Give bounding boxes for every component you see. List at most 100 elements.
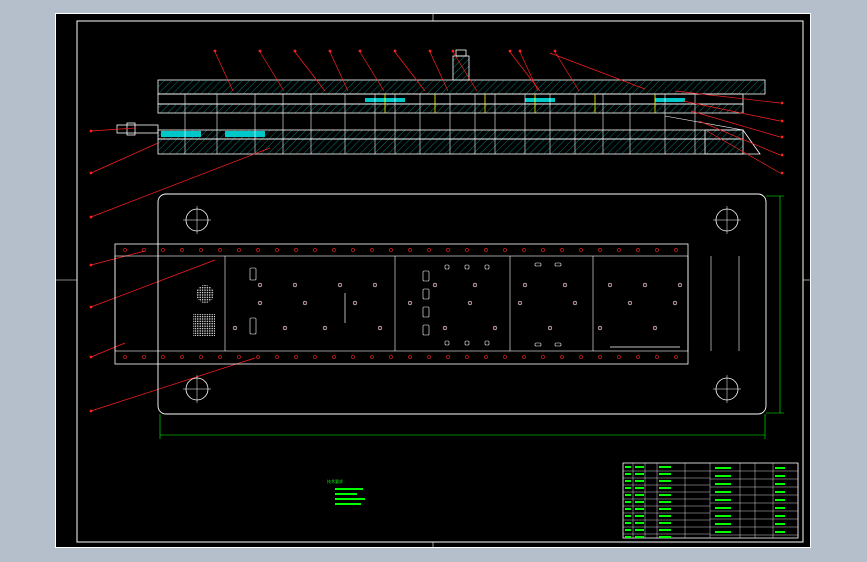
cyan-strip-d: [525, 98, 555, 102]
pilot-hole: [237, 248, 241, 252]
die-hole-center: [339, 284, 341, 286]
balloon-left: [89, 305, 93, 309]
title-block-entry: [715, 515, 731, 517]
pilot-hole: [256, 355, 260, 359]
pilot-hole: [598, 355, 602, 359]
title-block-entry: [775, 507, 785, 509]
title-block-entry: [659, 501, 671, 503]
balloon-left: [89, 409, 93, 413]
balloon-top: [508, 49, 512, 53]
pilot-hole: [522, 248, 526, 252]
balloon-leader-left: [90, 127, 136, 132]
slot-cutout: [534, 262, 542, 267]
pilot-hole: [655, 355, 659, 359]
balloon-top: [518, 49, 522, 53]
pilot-hole: [123, 248, 127, 252]
title-block[interactable]: [622, 462, 799, 539]
title-block-entry: [659, 480, 671, 482]
pilot-hole: [427, 248, 431, 252]
slot-cutout: [422, 288, 430, 300]
title-block-entry: [625, 536, 631, 538]
base-plate-outline: [157, 193, 767, 415]
slot-cutout: [534, 342, 542, 347]
title-block-entry: [625, 529, 631, 531]
technical-notes: 技术要求: [327, 478, 365, 505]
circle-crosshair-icon: [713, 375, 741, 403]
die-hole-center: [434, 284, 436, 286]
title-block-entry: [715, 531, 731, 533]
die-hole-center: [474, 284, 476, 286]
pilot-hole: [275, 355, 279, 359]
pilot-hole: [275, 248, 279, 252]
pilot-hole: [598, 248, 602, 252]
pilot-hole: [408, 248, 412, 252]
slot-cutout: [444, 340, 450, 346]
slot-cutout: [464, 264, 470, 270]
section-view[interactable]: [89, 49, 784, 413]
cyan-strip-a: [161, 131, 201, 137]
die-hole-center: [564, 284, 566, 286]
die-hole-center: [574, 302, 576, 304]
pilot-hole: [123, 355, 127, 359]
pilot-hole: [617, 355, 621, 359]
pilot-hole: [351, 248, 355, 252]
slot-cutout: [484, 264, 490, 270]
balloon-right: [780, 153, 784, 157]
die-hole-center: [234, 327, 236, 329]
balloon-left: [89, 263, 93, 267]
balloon-right: [780, 171, 784, 175]
slot-cutout: [422, 324, 430, 336]
die-hole-center: [599, 327, 601, 329]
die-hole-center: [644, 284, 646, 286]
cad-drawing-canvas[interactable]: 技术要求: [55, 13, 811, 548]
pilot-hole: [218, 248, 222, 252]
die-hole-center: [674, 302, 676, 304]
balloon-leader-left: [90, 342, 126, 358]
slot-cutouts: [249, 262, 680, 348]
balloon-leader-left: [90, 147, 271, 218]
title-block-entry: [715, 467, 731, 469]
title-block-entry: [625, 522, 631, 524]
die-hole-center: [379, 327, 381, 329]
title-block-entry: [659, 515, 671, 517]
pilot-hole: [370, 355, 374, 359]
title-block-entry: [625, 480, 631, 482]
pilot-hole: [389, 355, 393, 359]
pilot-hole: [161, 355, 165, 359]
pilot-hole: [522, 355, 526, 359]
die-hole-center: [524, 284, 526, 286]
pilot-hole: [541, 355, 545, 359]
title-block-entry: [635, 480, 644, 482]
die-hole-center: [469, 302, 471, 304]
balloon-leader-left: [90, 259, 216, 308]
balloon-top: [328, 49, 332, 53]
pilot-hole: [503, 355, 507, 359]
title-block-entry: [659, 487, 671, 489]
title-block-entry: [625, 466, 631, 468]
title-block-entry: [635, 508, 644, 510]
strip-channel: [114, 255, 689, 352]
pilot-hole: [617, 248, 621, 252]
pilot-hole: [674, 248, 678, 252]
pilot-hole: [199, 248, 203, 252]
title-block-entry: [635, 536, 644, 538]
title-block-entry: [775, 475, 785, 477]
title-block-entry: [625, 487, 631, 489]
die-hole-center: [284, 327, 286, 329]
die-hole-center: [304, 302, 306, 304]
pilot-hole: [142, 355, 146, 359]
balloon-leader-left: [90, 250, 146, 266]
title-block-entry: [775, 499, 785, 501]
slot-cutout: [249, 317, 257, 335]
title-block-entry: [635, 515, 644, 517]
slot-cutout: [554, 262, 562, 267]
balloon-top: [258, 49, 262, 53]
die-hole-center: [654, 327, 656, 329]
pilot-hole: [579, 248, 583, 252]
plan-view[interactable]: [114, 193, 784, 439]
title-block-entry: [659, 522, 671, 524]
title-block-entry: [775, 515, 785, 517]
pilot-hole: [636, 248, 640, 252]
pilot-hole: [541, 248, 545, 252]
title-block-entry: [659, 529, 671, 531]
